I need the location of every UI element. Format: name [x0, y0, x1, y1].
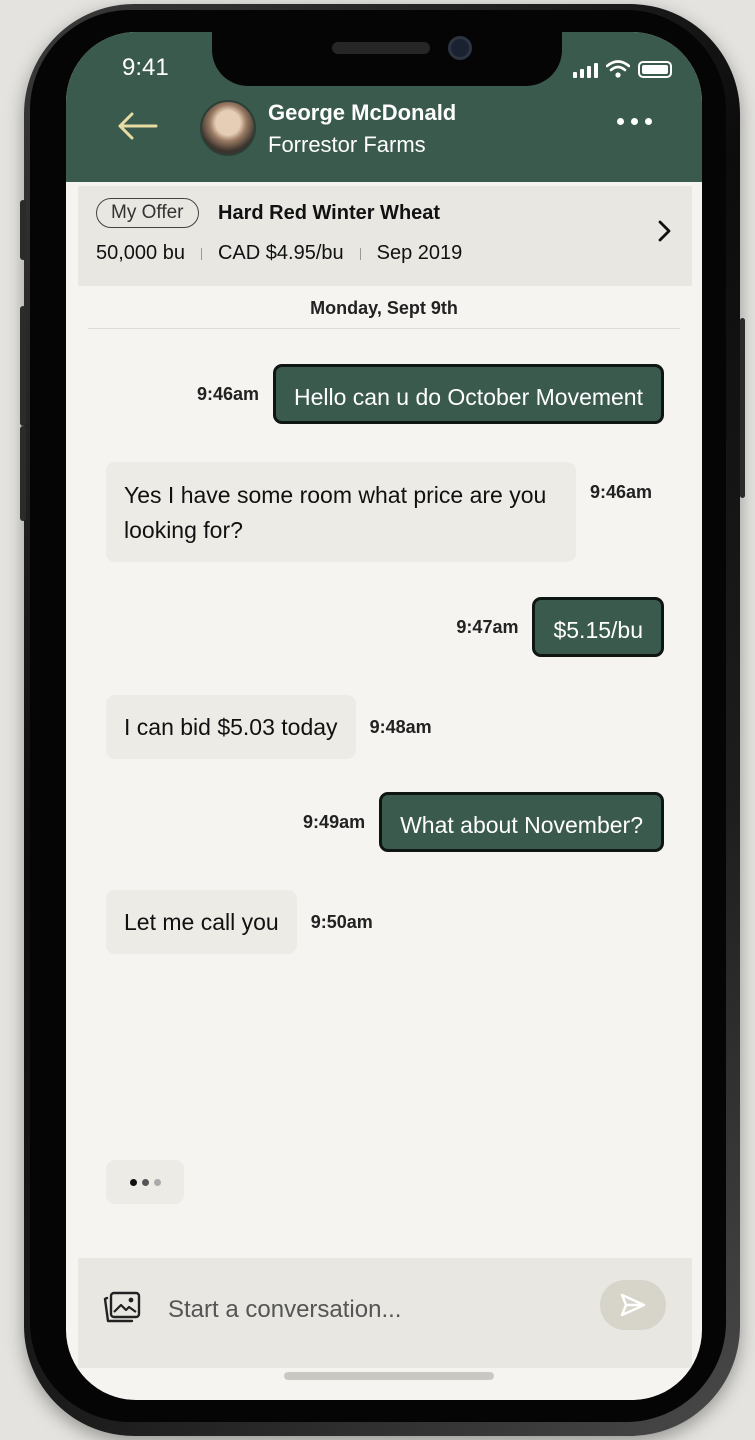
- typing-indicator: [106, 1160, 184, 1204]
- message-time: 9:46am: [196, 383, 259, 404]
- divider: [359, 247, 361, 260]
- more-horizontal-icon[interactable]: [617, 118, 652, 125]
- message-bubble[interactable]: Let me call you: [106, 890, 297, 954]
- message-time: 9:48am: [369, 716, 432, 737]
- message-time: 9:46am: [590, 482, 653, 502]
- offer-badge: My Offer: [96, 198, 199, 228]
- side-button: [740, 318, 745, 498]
- send-button[interactable]: [600, 1280, 666, 1330]
- message-bubble[interactable]: I can bid $5.03 today: [106, 695, 356, 759]
- message-outgoing: 9:46am Hello can u do October Movement: [197, 364, 664, 424]
- message-composer: [78, 1258, 692, 1368]
- image-icon[interactable]: [102, 1290, 142, 1324]
- offer-product: Hard Red Winter Wheat: [218, 202, 441, 224]
- wifi-icon: [606, 60, 630, 78]
- offer-price: CAD $4.95/bu: [217, 242, 344, 264]
- message-input[interactable]: [168, 1288, 568, 1332]
- message-incoming: Yes I have some room what price are you …: [106, 462, 652, 562]
- date-divider: Monday, Sept 9th: [310, 298, 458, 318]
- message-time: 9:50am: [310, 911, 373, 932]
- divider: [200, 247, 202, 260]
- message-outgoing: 9:49am What about November?: [303, 792, 664, 852]
- chat-header: 9:41 George McDonald Forrestor Farms: [66, 32, 702, 182]
- front-camera: [448, 36, 472, 60]
- divider: [88, 328, 680, 329]
- notch: [212, 32, 562, 86]
- offer-meta: 50,000 bu CAD $4.95/bu Sep 2019: [96, 242, 462, 265]
- side-button: [20, 200, 26, 260]
- offer-date: Sep 2019: [376, 242, 463, 264]
- contact-company: Forrestor Farms: [268, 132, 426, 157]
- chevron-right-icon[interactable]: [658, 220, 672, 242]
- battery-icon: [638, 61, 672, 78]
- phone-screen: 9:41 George McDonald Forrestor Farms My …: [66, 32, 702, 1400]
- status-icons: [573, 60, 672, 78]
- arrow-left-icon[interactable]: [116, 112, 158, 140]
- offer-quantity: 50,000 bu: [96, 242, 185, 264]
- message-bubble[interactable]: $5.15/bu: [532, 597, 664, 657]
- message-bubble[interactable]: What about November?: [379, 792, 664, 852]
- status-time: 9:41: [122, 54, 169, 81]
- message-bubble[interactable]: Yes I have some room what price are you …: [106, 462, 576, 562]
- message-outgoing: 9:47am $5.15/bu: [456, 597, 664, 657]
- side-button: [20, 306, 26, 426]
- message-time: 9:49am: [303, 811, 366, 832]
- message-bubble[interactable]: Hello can u do October Movement: [272, 364, 664, 424]
- message-incoming: I can bid $5.03 today 9:48am: [106, 695, 432, 759]
- offer-summary[interactable]: My Offer Hard Red Winter Wheat 50,000 bu…: [78, 186, 692, 286]
- contact-name[interactable]: George McDonald: [268, 100, 456, 126]
- speaker-grille: [332, 42, 430, 54]
- signal-icon: [573, 63, 598, 78]
- home-indicator: [284, 1372, 494, 1380]
- side-button: [20, 426, 26, 521]
- send-icon: [620, 1293, 646, 1317]
- contact-avatar[interactable]: [200, 100, 256, 156]
- message-incoming: Let me call you 9:50am: [106, 890, 373, 954]
- message-time: 9:47am: [456, 616, 519, 637]
